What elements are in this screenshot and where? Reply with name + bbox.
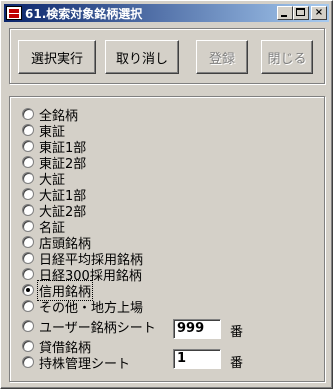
holdings-sheet-number-suffix: 番 bbox=[230, 356, 244, 371]
minimize-button[interactable] bbox=[277, 6, 293, 20]
holdings-sheet-number-input[interactable]: 1 bbox=[173, 349, 221, 369]
radio-option[interactable]: その他・地方上場 bbox=[22, 297, 144, 316]
radio-icon[interactable] bbox=[22, 236, 34, 248]
radio-option[interactable]: ユーザー銘柄シート bbox=[22, 317, 157, 336]
dialog-window: 61.検索対象銘柄選択 × 選択実行 取り消し 登録 閉じる 全銘柄 東証 東証… bbox=[0, 0, 333, 389]
radio-icon[interactable] bbox=[22, 124, 34, 136]
radio-icon[interactable] bbox=[22, 252, 34, 264]
radio-icon[interactable] bbox=[22, 340, 34, 352]
radio-label[interactable]: 持株管理シート bbox=[38, 353, 131, 372]
radio-icon[interactable] bbox=[22, 300, 34, 312]
radio-icon[interactable] bbox=[22, 188, 34, 200]
register-button[interactable]: 登録 bbox=[196, 40, 248, 74]
radio-icon[interactable] bbox=[22, 108, 34, 120]
radio-label[interactable]: ユーザー銘柄シート bbox=[38, 317, 157, 336]
radio-icon[interactable] bbox=[22, 268, 34, 280]
radio-icon[interactable] bbox=[22, 172, 34, 184]
window-title: 61.検索対象銘柄選択 bbox=[25, 6, 143, 21]
radio-icon[interactable] bbox=[22, 320, 34, 332]
close-icon: × bbox=[314, 7, 324, 18]
radio-icon[interactable] bbox=[22, 140, 34, 152]
maximize-button[interactable] bbox=[293, 6, 309, 20]
toolbar-group: 選択実行 取り消し 登録 閉じる bbox=[9, 28, 325, 84]
radio-icon[interactable] bbox=[22, 220, 34, 232]
radio-icon[interactable] bbox=[22, 156, 34, 168]
app-icon[interactable] bbox=[6, 6, 22, 20]
maximize-icon bbox=[296, 8, 305, 16]
close-button[interactable]: × bbox=[311, 6, 327, 20]
radio-label[interactable]: その他・地方上場 bbox=[38, 297, 144, 316]
caption-buttons: × bbox=[277, 6, 327, 20]
user-sheet-number-suffix: 番 bbox=[230, 325, 244, 340]
close-dialog-button[interactable]: 閉じる bbox=[261, 40, 313, 74]
minimize-icon bbox=[281, 15, 287, 17]
execute-selection-button[interactable]: 選択実行 bbox=[18, 40, 96, 74]
radio-icon[interactable] bbox=[22, 356, 34, 368]
cancel-button[interactable]: 取り消し bbox=[105, 40, 179, 74]
radio-checked-icon[interactable] bbox=[22, 284, 34, 296]
radio-option[interactable]: 持株管理シート bbox=[22, 353, 131, 372]
user-sheet-number-input[interactable]: 999 bbox=[173, 319, 221, 339]
market-option-group: 全銘柄 東証 東証1部 東証2部 大証 大証1部 大証2部 名証 店頭銘柄 日経… bbox=[9, 96, 325, 382]
title-bar[interactable]: 61.検索対象銘柄選択 × bbox=[4, 4, 329, 22]
radio-icon[interactable] bbox=[22, 204, 34, 216]
